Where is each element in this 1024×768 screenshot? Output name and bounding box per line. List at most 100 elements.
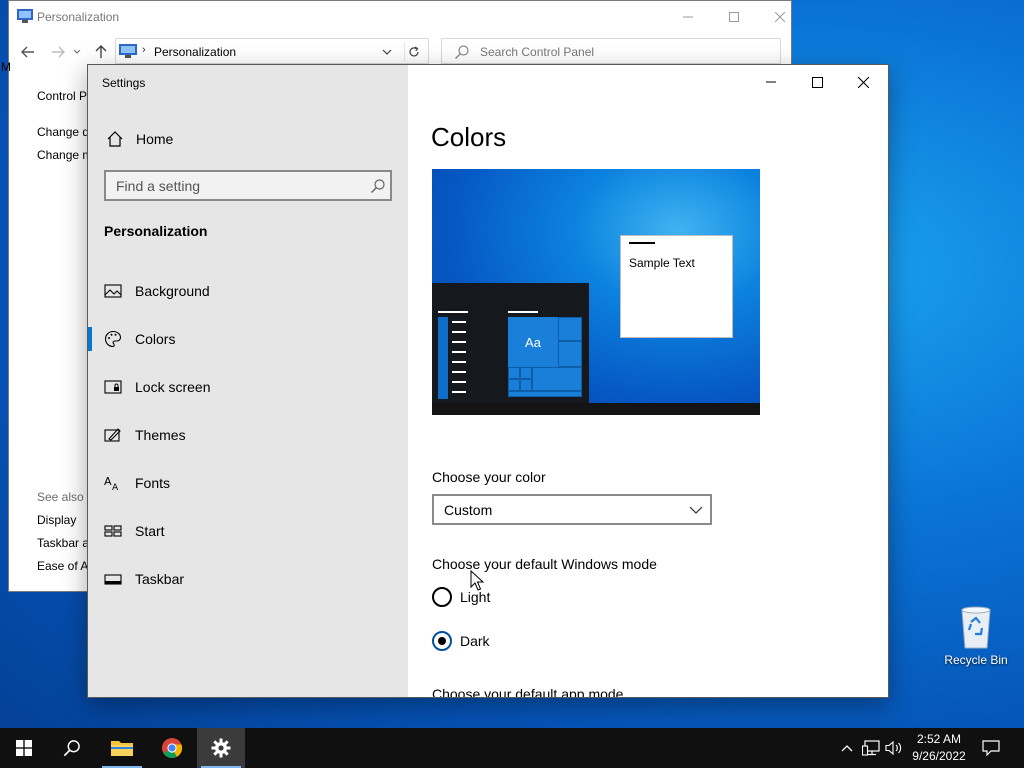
svg-text:A: A [112, 483, 119, 492]
preview-line [452, 381, 466, 383]
preview-line [508, 311, 538, 313]
nav-item-taskbar[interactable]: Taskbar [88, 557, 408, 601]
notification-icon [982, 740, 1000, 756]
chrome-icon [162, 738, 183, 759]
minimize-icon [683, 16, 693, 18]
svg-text:A: A [104, 475, 112, 488]
preview-window: Sample Text [620, 235, 733, 338]
refresh-button[interactable] [404, 43, 422, 61]
cp-task-link[interactable]: Change m [37, 148, 92, 162]
find-setting-input[interactable]: Find a setting [104, 170, 392, 201]
preview-line [452, 361, 466, 363]
fonts-icon: A A [104, 475, 119, 492]
find-setting-placeholder: Find a setting [116, 178, 201, 194]
start-button[interactable] [0, 728, 48, 768]
control-panel-icon [17, 9, 33, 23]
cp-window-title: Personalization [37, 10, 120, 24]
themes-icon [104, 428, 121, 442]
taskbar-clock[interactable]: 2:52 AM 9/26/2022 [904, 731, 974, 765]
choose-color-dropdown[interactable]: Custom [432, 494, 712, 525]
back-arrow-icon [21, 46, 34, 58]
network-tray-button[interactable] [862, 739, 880, 757]
preview-line [452, 391, 466, 393]
nav-item-colors[interactable]: Colors [88, 317, 408, 361]
search-icon [455, 45, 469, 59]
windows-logo-icon [16, 740, 32, 756]
refresh-icon [408, 46, 419, 57]
control-panel-icon [119, 44, 137, 58]
breadcrumb-separator-icon: › [142, 44, 146, 56]
preview-line [452, 371, 466, 373]
radio-dark[interactable] [432, 631, 452, 651]
nav-item-label: Fonts [135, 475, 171, 491]
cp-task-link[interactable]: Change d [37, 125, 89, 139]
settings-window-title: Settings [102, 76, 146, 90]
up-button[interactable] [92, 43, 110, 61]
speaker-icon [885, 740, 902, 756]
gear-icon [211, 738, 231, 758]
cp-search-placeholder: Search Control Panel [480, 45, 595, 59]
palette-icon [105, 330, 122, 348]
nav-item-label: Taskbar [135, 571, 185, 587]
preview-tile [520, 367, 532, 379]
start-icon [104, 525, 122, 537]
address-box[interactable]: › Personalization [115, 38, 429, 64]
settings-taskbar-button[interactable] [197, 728, 245, 768]
cp-titlebar[interactable]: Personalization [9, 1, 791, 32]
preview-tile [558, 317, 582, 341]
cp-minimize-button[interactable] [665, 5, 711, 29]
search-button[interactable] [48, 728, 96, 768]
address-dropdown-button[interactable] [378, 43, 396, 61]
chrome-button[interactable] [148, 728, 196, 768]
cp-close-button[interactable] [757, 5, 803, 29]
nav-item-start[interactable]: Start [88, 509, 408, 553]
folder-icon [111, 741, 133, 756]
minimize-icon [766, 81, 776, 83]
nav-item-lock-screen[interactable]: Lock screen [88, 365, 408, 409]
close-icon [857, 76, 869, 88]
see-also-link[interactable]: Display [37, 513, 76, 527]
recycle-bin-desktop-icon[interactable]: Recycle Bin [940, 600, 1012, 672]
see-also-link[interactable]: Taskbar ar [37, 536, 93, 550]
clock-time: 2:52 AM [916, 732, 962, 746]
cp-search-input[interactable]: Search Control Panel [441, 38, 781, 64]
settings-maximize-button[interactable] [794, 69, 840, 95]
preview-taskbar [432, 403, 760, 415]
recycle-bin-label: Recycle Bin [944, 653, 1008, 667]
nav-item-fonts[interactable]: A A Fonts [88, 461, 408, 505]
preview-tile [520, 379, 532, 391]
radio-light[interactable] [432, 587, 452, 607]
preview-line [452, 341, 466, 343]
clock-date: 9/26/2022 [912, 749, 966, 763]
radio-dark-label[interactable]: Dark [460, 633, 490, 649]
show-hidden-icons-button[interactable] [838, 739, 856, 757]
nav-item-label: Lock screen [135, 379, 211, 395]
settings-close-button[interactable] [840, 69, 886, 95]
home-icon [107, 131, 123, 147]
lock-screen-icon [104, 380, 122, 394]
preview-line [438, 311, 468, 313]
selected-indicator [88, 327, 92, 351]
nav-item-background[interactable]: Background [88, 269, 408, 313]
nav-item-label: Themes [135, 427, 186, 443]
cp-home-link[interactable]: Control P [37, 89, 87, 103]
nav-item-label: Start [135, 523, 165, 539]
cp-maximize-button[interactable] [711, 5, 757, 29]
nav-item-themes[interactable]: Themes [88, 413, 408, 457]
action-center-button[interactable] [982, 739, 1000, 757]
home-nav-item[interactable]: Home [88, 121, 408, 157]
settings-minimize-button[interactable] [748, 69, 794, 95]
preview-accent-strip [438, 317, 448, 399]
preview-line [452, 321, 466, 323]
preview-tile [508, 391, 582, 397]
maximize-icon [811, 76, 823, 88]
see-also-link[interactable]: Ease of Ac [37, 559, 94, 573]
volume-tray-button[interactable] [885, 739, 903, 757]
preview-tile: Aa [508, 317, 558, 367]
file-explorer-button[interactable] [98, 728, 146, 768]
back-button[interactable] [19, 43, 37, 61]
preview-line [452, 351, 466, 353]
recent-locations-button[interactable] [71, 43, 83, 61]
home-label: Home [136, 131, 174, 147]
forward-button[interactable] [49, 43, 67, 61]
